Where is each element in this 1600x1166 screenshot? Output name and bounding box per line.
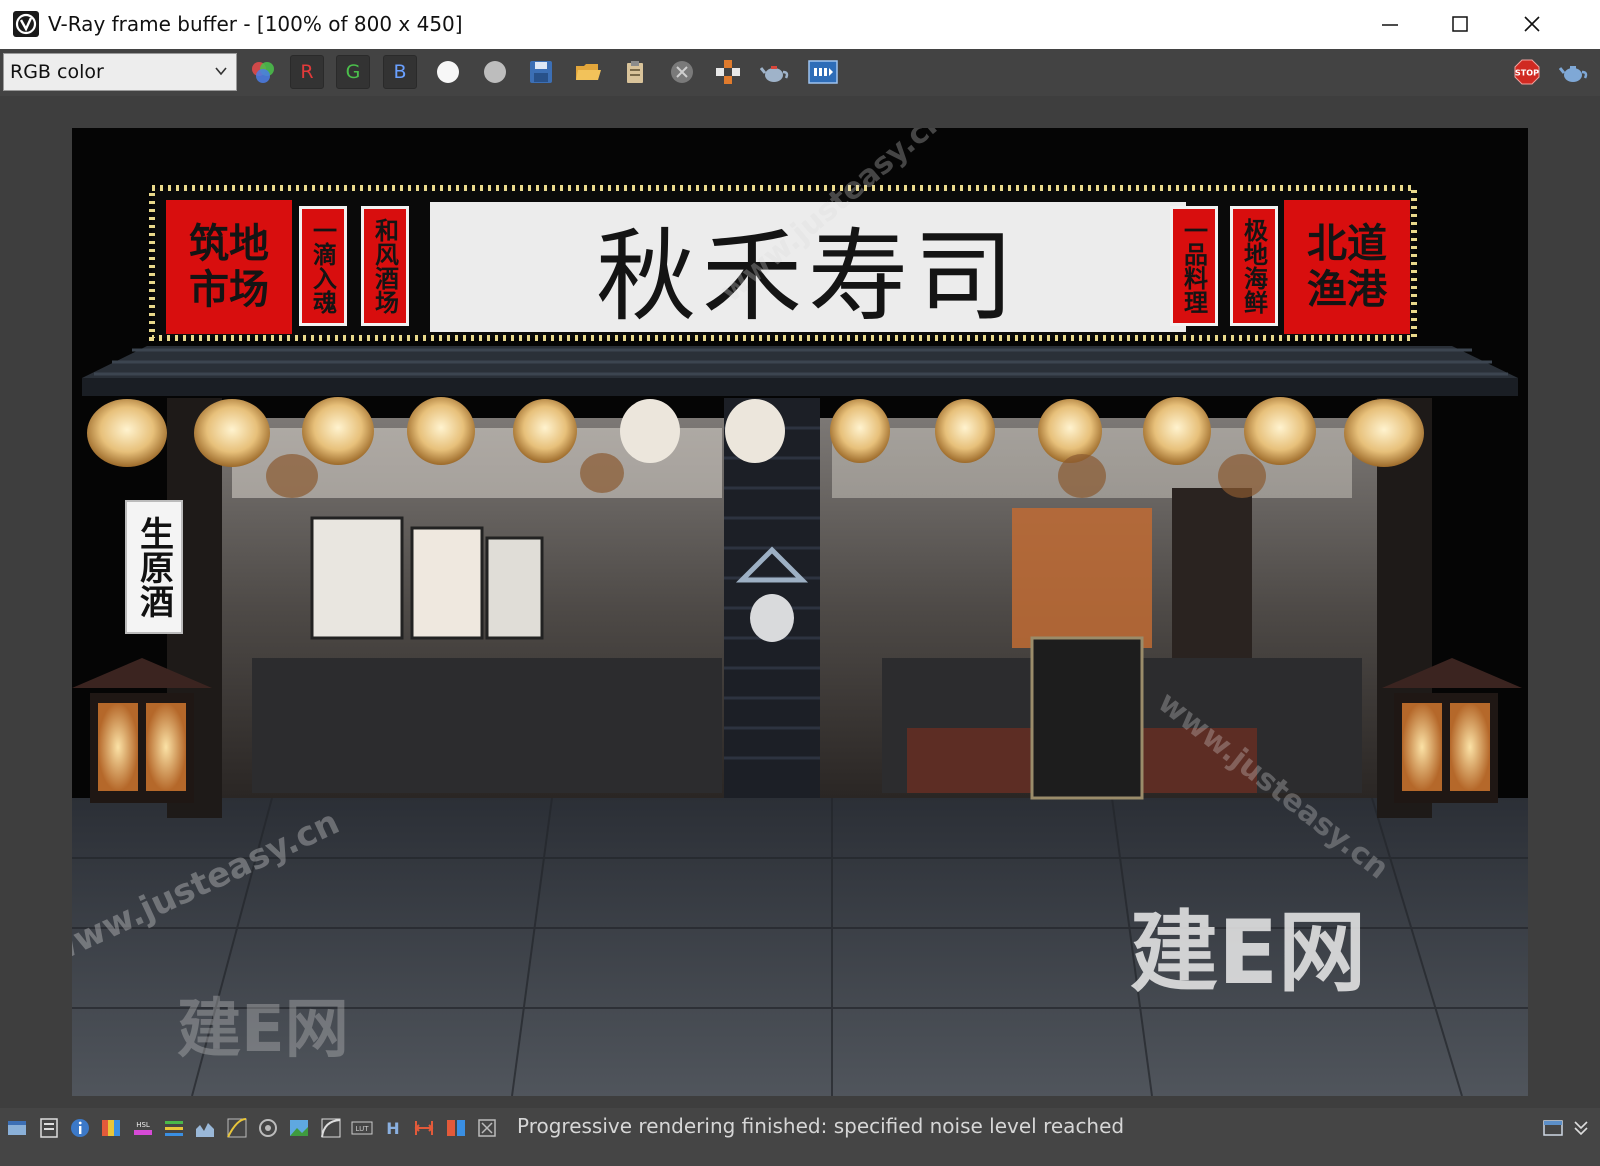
levels-icon[interactable] — [163, 1117, 185, 1139]
gray-point-icon — [484, 61, 506, 83]
color-channels-icon — [252, 62, 274, 83]
sign-left-red: 筑地 市场 — [166, 200, 292, 334]
vray-logo-icon — [13, 11, 39, 37]
channel-select-value: RGB color — [10, 61, 104, 83]
clipboard-button[interactable] — [618, 55, 652, 89]
compare-icon[interactable] — [445, 1117, 467, 1139]
minimize-icon — [1382, 24, 1398, 26]
teapot-icon — [1559, 66, 1588, 82]
toolbar: RGB color R G B STOP — [0, 49, 1600, 96]
chevron-down-icon[interactable] — [1570, 1117, 1592, 1139]
red-channel-button[interactable]: R — [290, 55, 324, 89]
sign-right-vertical-2: 极地海鲜 — [1230, 206, 1278, 326]
exposure-icon[interactable] — [413, 1117, 435, 1139]
lens-effects-icon — [808, 60, 838, 84]
lut-icon[interactable]: LUT — [351, 1117, 373, 1139]
curve-icon[interactable] — [320, 1117, 342, 1139]
save-image-button[interactable] — [524, 55, 558, 89]
color-channels-button[interactable] — [246, 55, 280, 89]
teapot-button[interactable] — [1557, 55, 1591, 89]
maximize-icon — [1452, 16, 1468, 32]
color-corrections-icon[interactable] — [100, 1117, 122, 1139]
clear-image-button[interactable] — [665, 55, 699, 89]
sign-left-red-line1: 筑地 — [189, 220, 269, 267]
channel-select[interactable]: RGB color — [3, 53, 237, 91]
open-folder-button[interactable] — [571, 55, 605, 89]
sign-right-vertical-1: 一品料理 — [1170, 206, 1218, 326]
sign-left-red-line2: 市场 — [189, 266, 269, 313]
gray-point-button[interactable] — [478, 55, 512, 89]
close-icon — [1524, 16, 1540, 32]
svg-text:HSL: HSL — [136, 1121, 150, 1129]
stop-render-icon: STOP — [1514, 59, 1540, 85]
svg-text:STOP: STOP — [1515, 69, 1539, 78]
white-point-icon — [437, 61, 459, 83]
sign-right-red: 北道 渔港 — [1284, 200, 1410, 334]
pixel-info-icon[interactable] — [476, 1117, 498, 1139]
sign-right-red-line2: 渔港 — [1307, 266, 1387, 313]
svg-text:H: H — [386, 1119, 399, 1138]
chevron-down-icon — [215, 67, 227, 76]
lens-effects-button[interactable] — [806, 55, 840, 89]
blue-channel-button[interactable]: B — [383, 55, 417, 89]
sign-right-red-line1: 北道 — [1307, 220, 1387, 267]
sign-left-vertical-1: 一滴入魂 — [299, 206, 347, 326]
white-point-button[interactable] — [431, 55, 465, 89]
hdr-icon[interactable]: H — [382, 1117, 404, 1139]
title-bar: V-Ray frame buffer - [100% of 800 x 450] — [0, 0, 1600, 50]
region-render-icon — [716, 60, 740, 84]
sign-left-vertical-2: 和风酒场 — [361, 206, 409, 326]
open-folder-icon — [576, 64, 601, 80]
maximize-button[interactable] — [1425, 0, 1495, 48]
lens-icon[interactable] — [257, 1117, 279, 1139]
watermark-brand-small: 建E网 — [177, 993, 349, 1067]
region-render-button[interactable] — [711, 55, 745, 89]
status-message: Progressive rendering finished: specifie… — [517, 1114, 1125, 1138]
clear-image-icon — [671, 61, 693, 83]
panel-toggle-icon[interactable] — [1542, 1117, 1564, 1139]
save-image-icon — [530, 61, 552, 83]
curves-icon[interactable] — [226, 1117, 248, 1139]
stop-render-button[interactable]: STOP — [1510, 55, 1544, 89]
close-button[interactable] — [1497, 0, 1567, 48]
render-viewport[interactable]: 筑地 市场 一滴入魂 和风酒场 秋禾寿司 一品料理 极地海鲜 北道 渔港 生原酒… — [0, 96, 1600, 1132]
clipboard-icon — [627, 61, 643, 83]
histogram-icon[interactable] — [194, 1117, 216, 1139]
teapot-render-icon — [760, 66, 789, 82]
minimize-button[interactable] — [1355, 0, 1425, 48]
background-icon[interactable] — [288, 1117, 310, 1139]
hsl-icon[interactable]: HSL — [132, 1117, 154, 1139]
history-icon[interactable] — [6, 1117, 28, 1139]
svg-text:LUT: LUT — [356, 1125, 370, 1133]
watermark-brand-large: 建E网 — [1130, 901, 1367, 1004]
stats-icon[interactable] — [38, 1117, 60, 1139]
info-icon[interactable] — [69, 1117, 91, 1139]
rendered-image: 筑地 市场 一滴入魂 和风酒场 秋禾寿司 一品料理 极地海鲜 北道 渔港 生原酒… — [72, 128, 1528, 1096]
teapot-render-button[interactable] — [758, 55, 792, 89]
side-hanging-sign: 生原酒 — [125, 500, 183, 634]
green-channel-button[interactable]: G — [336, 55, 370, 89]
window-title: V-Ray frame buffer - [100% of 800 x 450] — [48, 12, 463, 36]
